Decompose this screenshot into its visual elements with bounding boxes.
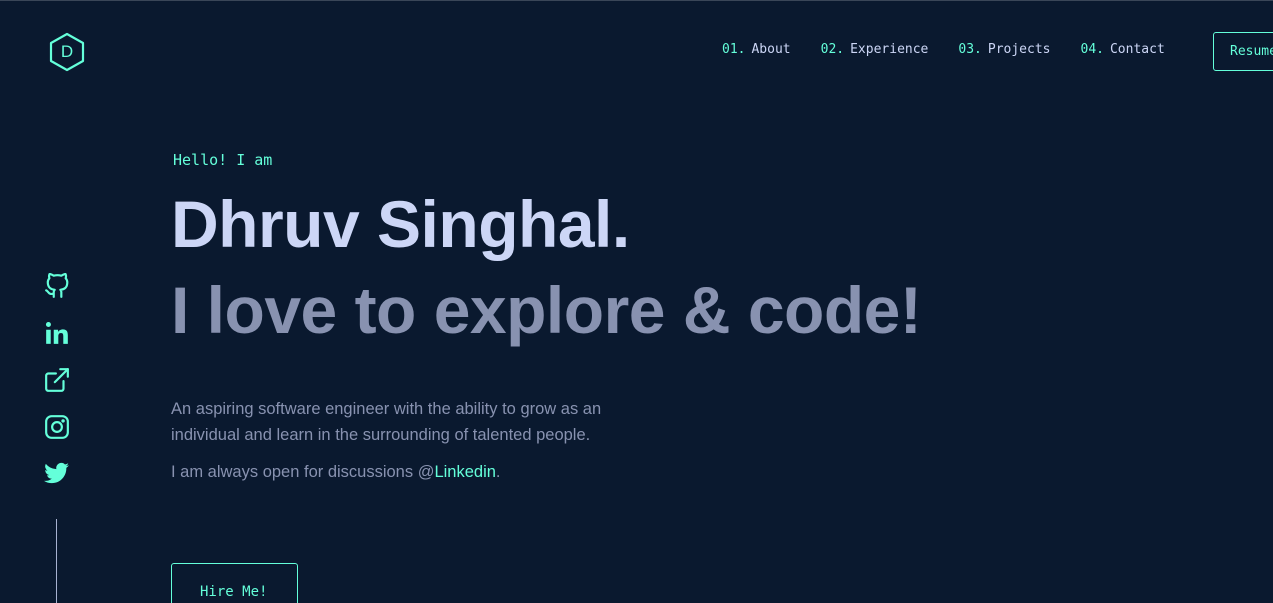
nav-number: 04.: [1080, 42, 1104, 57]
logo[interactable]: D: [46, 31, 88, 73]
twitter-icon[interactable]: [42, 459, 72, 489]
hire-me-button[interactable]: Hire Me!: [171, 563, 298, 603]
hero-greeting: Hello! I am: [173, 151, 273, 169]
nav-item-experience[interactable]: 02. Experience: [821, 42, 929, 57]
nav-number: 03.: [958, 42, 982, 57]
nav-item-contact[interactable]: 04. Contact: [1081, 42, 1165, 57]
instagram-icon[interactable]: [42, 412, 72, 442]
nav-label: Projects: [987, 42, 1051, 57]
discussion-prefix: I am always open for discussions @: [171, 463, 435, 481]
discussion-suffix: .: [495, 463, 501, 481]
hero-description: An aspiring software engineer with the a…: [171, 400, 602, 444]
linkedin-icon[interactable]: [42, 318, 72, 348]
nav-item-about[interactable]: 01. About: [722, 42, 791, 57]
external-link-icon[interactable]: [42, 365, 72, 395]
main-nav: 01. About 02. Experience 03. Projects 04…: [722, 42, 1195, 57]
resume-button[interactable]: Resume: [1213, 32, 1273, 71]
nav-item-projects[interactable]: 03. Projects: [958, 42, 1050, 57]
nav-number: 01.: [722, 42, 746, 57]
linkedin-link[interactable]: Linkedin: [434, 463, 495, 481]
social-divider-line: [56, 519, 57, 603]
hero-discussion: I am always open for discussions @Linked…: [171, 463, 921, 482]
hero-section: Hello! I am Dhruv Singhal. I love to exp…: [171, 151, 922, 482]
hero-name: Dhruv Singhal.: [171, 187, 630, 261]
nav-label: Experience: [850, 42, 929, 57]
nav-label: About: [751, 42, 791, 57]
nav-label: Contact: [1109, 42, 1165, 57]
github-icon[interactable]: [42, 271, 72, 301]
logo-letter: D: [60, 42, 74, 61]
nav-number: 02.: [820, 42, 845, 57]
hero-tagline: I love to explore & code!: [171, 273, 922, 347]
social-links: [42, 271, 72, 506]
